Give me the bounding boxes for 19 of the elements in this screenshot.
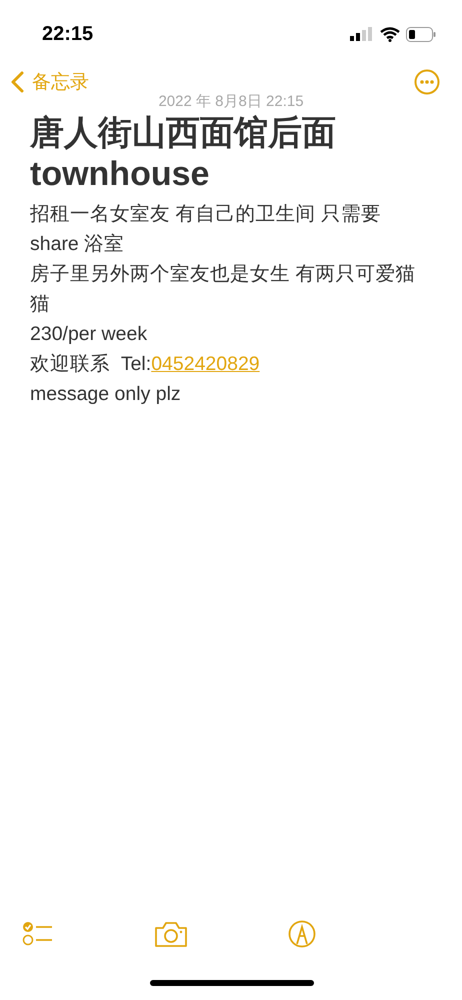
camera-icon[interactable]: [154, 921, 188, 947]
signal-icon: [350, 27, 374, 41]
status-time: 22:15: [42, 22, 94, 46]
wifi-icon: [380, 26, 400, 42]
note-title: 唐人街山西面馆后面: [30, 113, 337, 154]
phone-link[interactable]: 0452420829: [151, 353, 260, 375]
note-text: 招租一名女室友 有自己的卫生间 只需要 share 浴室: [30, 202, 382, 257]
note-text: 房子里另外两个室友也是女生 有两只可爱猫猫: [30, 262, 416, 317]
note-text: 欢迎联系 Tel:: [30, 353, 152, 375]
note-title: townhouse: [30, 154, 210, 195]
note-text: message only plz: [30, 382, 182, 407]
battery-icon: [406, 26, 436, 42]
checklist-icon[interactable]: [22, 921, 54, 947]
more-icon[interactable]: [414, 69, 440, 95]
back-button[interactable]: 备忘录: [10, 69, 89, 95]
pen-icon[interactable]: [288, 920, 316, 948]
note-date: 2022 年 8月8日 22:15: [157, 92, 305, 111]
note-text: 230/per week: [30, 322, 148, 347]
back-chevron-icon: [10, 71, 24, 93]
